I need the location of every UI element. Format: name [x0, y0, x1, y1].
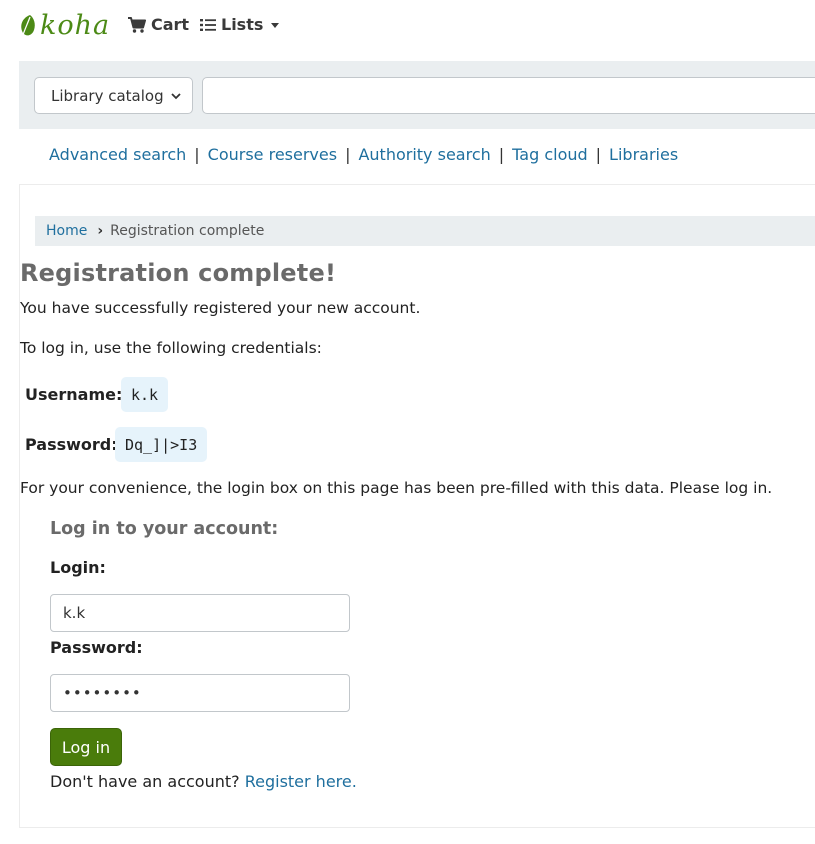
list-icon: [200, 18, 216, 31]
lists-label: Lists: [221, 15, 264, 34]
breadcrumb-current: Registration complete: [110, 223, 265, 239]
koha-leaf-icon: [21, 15, 35, 39]
link-separator: |: [345, 145, 351, 164]
search-scope-select[interactable]: Library catalog: [34, 77, 193, 114]
chevron-right-icon: ›: [97, 223, 104, 239]
success-message: You have successfully registered your ne…: [20, 299, 421, 317]
search-scope-value: Library catalog: [51, 86, 164, 105]
username-value: k.k: [121, 377, 169, 412]
credentials-intro: To log in, use the following credentials…: [20, 339, 322, 357]
password-input[interactable]: ••••••••: [50, 674, 350, 712]
password-label: Password:: [25, 435, 118, 454]
password-field-label: Password:: [50, 638, 143, 657]
advanced-search-link[interactable]: Advanced search: [49, 145, 186, 164]
search-input[interactable]: [202, 77, 815, 114]
tag-cloud-link[interactable]: Tag cloud: [512, 145, 588, 164]
breadcrumb-home-link[interactable]: Home: [46, 223, 87, 239]
chevron-down-icon: [171, 92, 181, 99]
username-label: Username:: [25, 385, 123, 404]
page-title: Registration complete!: [20, 259, 337, 287]
password-value: Dq_]|>I3: [115, 427, 208, 462]
link-separator: |: [194, 145, 200, 164]
login-field-label: Login:: [50, 558, 106, 577]
register-prompt: Don't have an account? Register here.: [50, 772, 357, 791]
prefill-note: For your convenience, the login box on t…: [20, 479, 773, 497]
libraries-link[interactable]: Libraries: [609, 145, 678, 164]
course-reserves-link[interactable]: Course reserves: [208, 145, 337, 164]
link-separator: |: [595, 145, 602, 164]
search-bar: Library catalog: [19, 61, 815, 129]
chevron-down-icon: [271, 23, 280, 28]
logo-text: koha: [40, 10, 111, 41]
lists-dropdown[interactable]: Lists: [200, 15, 280, 34]
more-searches-links: Advanced search | Course reserves | Auth…: [49, 145, 678, 164]
cart-icon: [128, 16, 146, 33]
login-input[interactable]: k.k: [50, 594, 350, 632]
login-box-title: Log in to your account:: [50, 519, 279, 539]
cart-label: Cart: [151, 15, 190, 34]
login-button[interactable]: Log in: [50, 728, 122, 766]
top-navbar: koha Cart Lists: [0, 0, 815, 52]
authority-search-link[interactable]: Authority search: [358, 145, 490, 164]
register-link[interactable]: Register here.: [245, 772, 357, 791]
koha-logo[interactable]: koha: [18, 10, 110, 42]
cart-button[interactable]: Cart: [128, 15, 189, 34]
no-account-text: Don't have an account?: [50, 772, 240, 791]
breadcrumb: Home › Registration complete: [35, 216, 815, 246]
link-separator: |: [498, 145, 505, 164]
